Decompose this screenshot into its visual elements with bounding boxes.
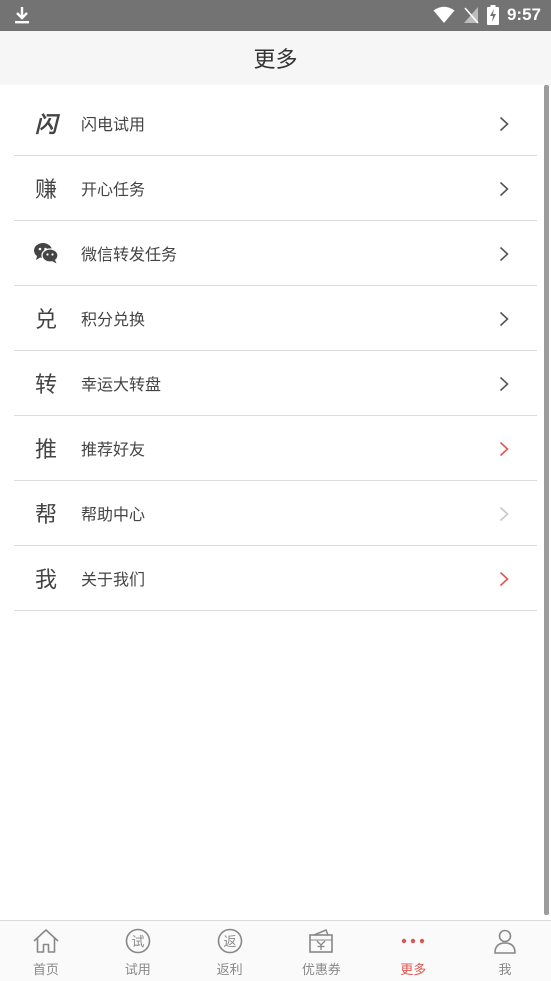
earn-icon: 赚 xyxy=(34,178,57,203)
chevron-right-icon xyxy=(499,506,509,522)
menu-item-label: 推荐好友 xyxy=(81,440,146,459)
no-signal-icon xyxy=(463,7,479,24)
chevron-right-icon xyxy=(499,311,509,327)
scrollbar[interactable] xyxy=(544,85,549,915)
tab-more[interactable]: 更多 xyxy=(367,921,459,981)
menu-item-lucky-wheel[interactable]: 转 幸运大转盘 xyxy=(14,351,537,416)
tab-label: 首页 xyxy=(32,963,59,978)
chevron-right-icon xyxy=(499,571,509,587)
flash-icon: 闪 xyxy=(34,112,57,138)
tab-rebate[interactable]: 返 返利 xyxy=(184,921,276,981)
menu-item-wechat-share[interactable]: 微信转发任务 xyxy=(14,221,537,286)
menu-item-label: 闪电试用 xyxy=(81,115,146,134)
about-icon: 我 xyxy=(34,568,57,593)
wheel-icon: 转 xyxy=(34,373,57,398)
menu-item-points-exchange[interactable]: 兑 积分兑换 xyxy=(14,286,537,351)
tab-label: 更多 xyxy=(400,963,427,978)
status-time: 9:57 xyxy=(506,5,541,24)
menu-item-about-us[interactable]: 我 关于我们 xyxy=(14,546,537,611)
wechat-icon xyxy=(33,240,59,266)
menu-item-refer-friends[interactable]: 推 推荐好友 xyxy=(14,416,537,481)
tab-home[interactable]: 首页 xyxy=(0,921,92,981)
chevron-right-icon xyxy=(499,441,509,457)
menu-item-label: 开心任务 xyxy=(81,180,146,199)
menu-item-flash-trial[interactable]: 闪 闪电试用 xyxy=(14,91,537,156)
menu-item-label: 帮助中心 xyxy=(81,505,146,524)
svg-text:返: 返 xyxy=(223,935,236,950)
tab-coupon[interactable]: 优惠券 xyxy=(275,921,367,981)
wifi-icon xyxy=(433,6,455,23)
nav-header: 更多 xyxy=(0,31,551,85)
chevron-right-icon xyxy=(499,181,509,197)
menu-item-label: 微信转发任务 xyxy=(81,245,178,264)
page-title: 更多 xyxy=(253,48,298,73)
tab-label: 优惠券 xyxy=(301,963,341,978)
menu-item-label: 关于我们 xyxy=(81,570,146,589)
download-icon xyxy=(15,7,29,24)
battery-charging-icon xyxy=(486,5,499,25)
bottom-tab-bar: 首页 试 试用 返 返利 优惠券 更多 我 xyxy=(0,920,551,981)
rebate-icon: 返 xyxy=(216,927,244,955)
tab-label: 试用 xyxy=(124,963,151,978)
user-icon xyxy=(491,927,519,955)
help-icon: 帮 xyxy=(34,503,57,528)
chevron-right-icon xyxy=(499,116,509,132)
tab-me[interactable]: 我 xyxy=(459,921,551,981)
chevron-right-icon xyxy=(499,246,509,262)
menu-list: 闪 闪电试用 赚 开心任务 微信转发任务 兑 积分兑换 转 幸运大转盘 推 推荐… xyxy=(14,91,537,611)
coupon-icon xyxy=(307,927,335,955)
more-dots-icon xyxy=(399,927,427,955)
refer-icon: 推 xyxy=(34,438,57,463)
menu-item-help-center[interactable]: 帮 帮助中心 xyxy=(14,481,537,546)
menu-item-happy-tasks[interactable]: 赚 开心任务 xyxy=(14,156,537,221)
svg-text:试: 试 xyxy=(131,935,144,950)
chevron-right-icon xyxy=(499,376,509,392)
tab-label: 返利 xyxy=(216,963,243,978)
menu-item-label: 积分兑换 xyxy=(81,310,146,329)
tab-trial[interactable]: 试 试用 xyxy=(92,921,184,981)
home-icon xyxy=(32,927,60,955)
menu-item-label: 幸运大转盘 xyxy=(81,375,162,394)
tab-label: 我 xyxy=(498,963,512,978)
status-bar: 9:57 xyxy=(0,0,551,31)
exchange-icon: 兑 xyxy=(34,308,57,333)
trial-icon: 试 xyxy=(124,927,152,955)
